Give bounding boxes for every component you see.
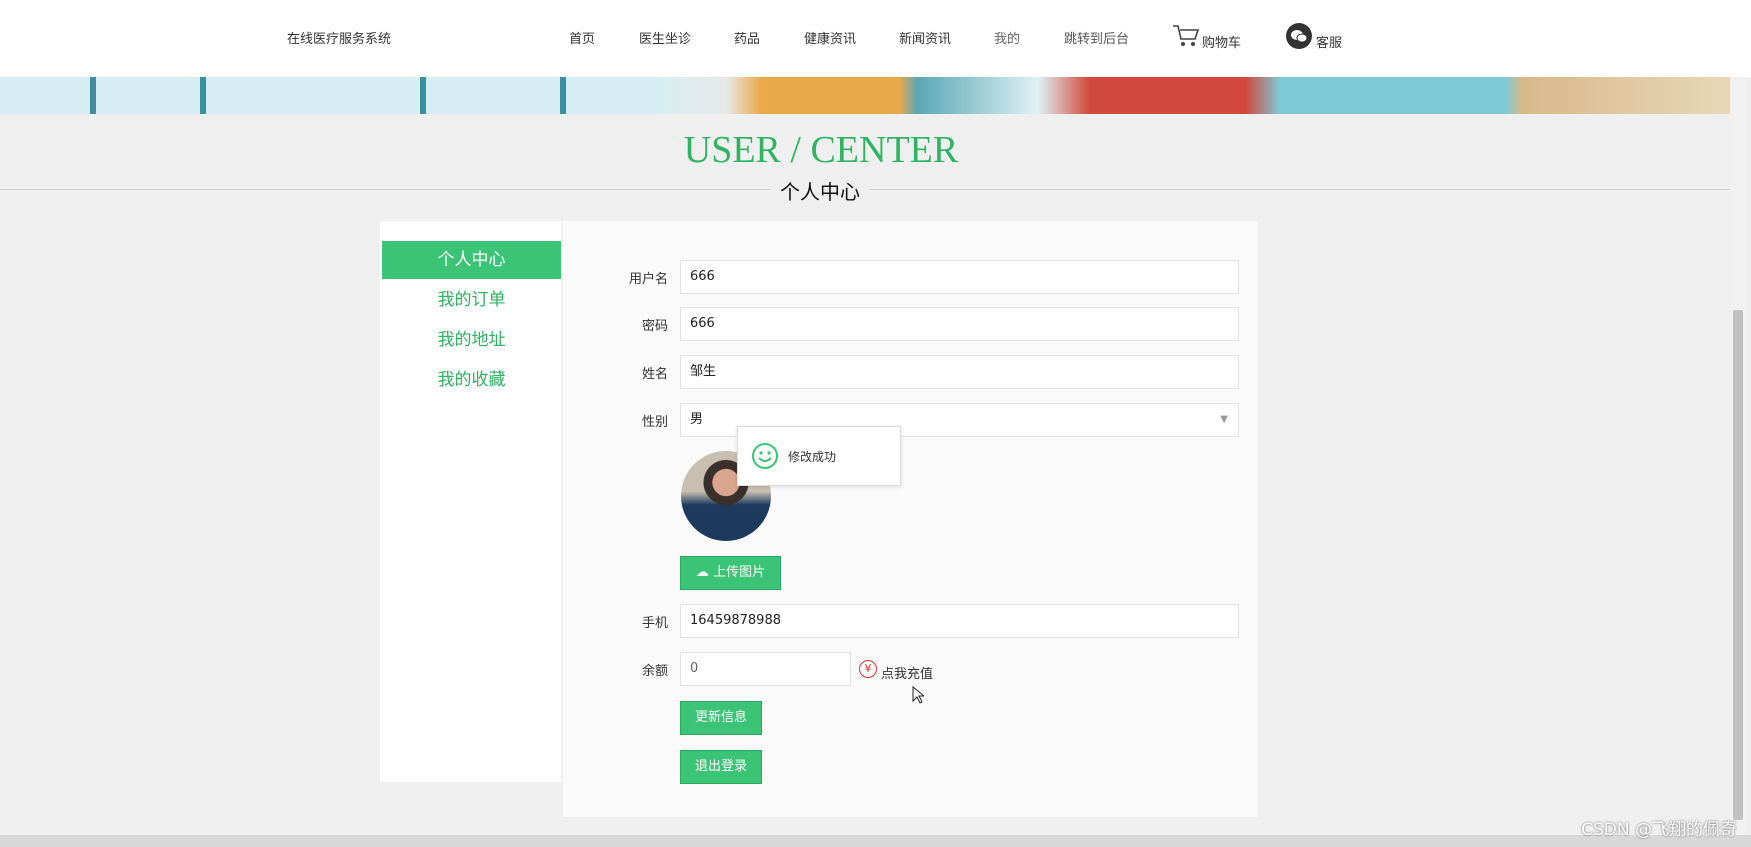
nav-news[interactable]: 新闻资讯: [899, 28, 951, 47]
password-input[interactable]: 666: [680, 307, 1239, 341]
sidebar-item-favorites[interactable]: 我的收藏: [382, 361, 561, 399]
sidebar-item-orders[interactable]: 我的订单: [382, 281, 561, 319]
nav-health-info[interactable]: 健康资讯: [804, 28, 856, 47]
bottom-bar: [0, 835, 1751, 847]
password-label: 密码: [641, 319, 668, 334]
balance-label: 余额: [641, 664, 668, 679]
username-label: 用户名: [628, 272, 668, 287]
page-title-cn: 个人中心: [770, 176, 870, 205]
phone-label: 手机: [641, 616, 668, 631]
nav-doctors[interactable]: 医生坐诊: [639, 28, 691, 47]
top-navbar: 在线医疗服务系统 首页 医生坐诊 药品 健康资讯 新闻资讯 我的 跳转到后台 购…: [0, 0, 1751, 77]
scrollbar-thumb[interactable]: [1733, 310, 1743, 820]
update-info-button[interactable]: 更新信息: [680, 701, 762, 735]
name-label: 姓名: [641, 367, 668, 382]
upload-label: 上传图片: [713, 565, 766, 580]
site-name[interactable]: 在线医疗服务系统: [287, 28, 391, 47]
toast-text: 修改成功: [788, 450, 837, 464]
wechat-icon[interactable]: [1286, 23, 1312, 49]
nav-home[interactable]: 首页: [569, 28, 595, 47]
phone-input[interactable]: 16459878988: [680, 604, 1239, 638]
upload-image-button[interactable]: ☁ 上传图片: [680, 556, 781, 590]
sidebar-item-profile[interactable]: 个人中心: [382, 241, 561, 279]
gender-label: 性别: [641, 415, 668, 430]
username-input[interactable]: 666: [680, 260, 1239, 294]
recharge-link[interactable]: 点我充值: [881, 663, 933, 682]
watermark: CSDN @飞翔的佩奇: [1581, 820, 1737, 840]
smile-icon: [752, 443, 778, 469]
gender-value: 男: [690, 412, 704, 427]
cart-icon[interactable]: [1172, 24, 1200, 48]
nav-mine[interactable]: 我的: [994, 28, 1020, 47]
nav-service[interactable]: 客服: [1316, 32, 1342, 51]
logout-button[interactable]: 退出登录: [680, 750, 762, 784]
balance-input[interactable]: 0: [680, 652, 851, 686]
mouse-cursor-icon: [912, 686, 924, 704]
nav-medicine[interactable]: 药品: [734, 28, 760, 47]
cloud-upload-icon: ☁: [695, 565, 709, 580]
nav-admin[interactable]: 跳转到后台: [1064, 28, 1129, 47]
sidebar: 个人中心 我的订单 我的地址 我的收藏: [380, 221, 561, 782]
page-title-en: USER / CENTER: [683, 129, 959, 171]
sidebar-item-address[interactable]: 我的地址: [382, 321, 561, 359]
nav-cart[interactable]: 购物车: [1202, 32, 1241, 51]
banner-image: [0, 77, 1730, 114]
yuan-icon[interactable]: ¥: [859, 660, 877, 678]
name-input[interactable]: 邹生: [680, 355, 1239, 389]
chevron-down-icon: ▼: [1220, 414, 1228, 425]
toast-message: 修改成功: [737, 426, 901, 486]
